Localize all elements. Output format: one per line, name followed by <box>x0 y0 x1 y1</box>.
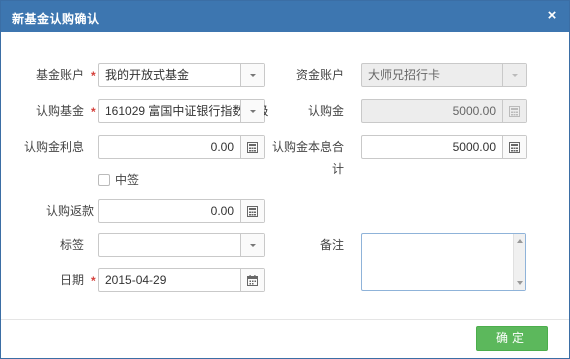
capital-account-value: 大师兄招行卡 <box>368 68 441 82</box>
dialog-footer: 确定 <box>1 319 569 358</box>
calculator-icon[interactable] <box>240 136 264 158</box>
chevron-down-icon[interactable] <box>240 64 264 86</box>
chevron-down-icon[interactable] <box>240 234 264 256</box>
calculator-icon[interactable] <box>502 136 526 158</box>
capital-account-select: 大师兄招行卡 <box>361 63 527 87</box>
remark-textarea[interactable] <box>361 233 526 291</box>
required-mark: * <box>91 69 96 83</box>
winning-checkbox[interactable] <box>98 174 110 186</box>
fund-account-select[interactable]: 我的开放式基金 <box>98 63 265 87</box>
subscribe-total-value: 5000.00 <box>452 140 496 154</box>
calendar-icon[interactable] <box>240 269 264 291</box>
remark-scrollbar[interactable] <box>513 234 525 290</box>
close-icon[interactable]: × <box>543 7 561 25</box>
subscribe-amount-value: 5000.00 <box>452 104 496 118</box>
chevron-down-icon <box>502 64 526 86</box>
required-mark: * <box>91 105 96 119</box>
refund-value: 0.00 <box>210 204 234 218</box>
subscribe-amount-field: 5000.00 <box>361 99 527 123</box>
date-label: 日期 <box>59 273 84 287</box>
subscribe-amount-label: 认购金 <box>307 104 344 118</box>
chevron-down-icon[interactable] <box>240 100 264 122</box>
refund-input[interactable]: 0.00 <box>98 199 265 223</box>
scroll-down-icon[interactable] <box>517 281 523 285</box>
calculator-icon <box>502 100 526 122</box>
subscribe-interest-label: 认购金利息 <box>23 140 84 154</box>
capital-account-label: 资金账户 <box>295 68 344 82</box>
fund-account-value: 我的开放式基金 <box>105 68 190 82</box>
date-input[interactable]: 2015-04-29 <box>98 268 265 292</box>
subscribe-total-input[interactable]: 5000.00 <box>361 135 527 159</box>
tag-select[interactable] <box>98 233 265 257</box>
tag-label: 标签 <box>59 238 84 252</box>
refund-label: 认购返款 <box>45 204 94 218</box>
remark-label: 备注 <box>319 238 344 252</box>
calculator-icon[interactable] <box>240 200 264 222</box>
confirm-button[interactable]: 确定 <box>476 326 548 351</box>
fund-subscription-dialog: 新基金认购确认 × 基金账户 * 我的开放式基金 资金账户 大师兄招行卡 认购基… <box>0 0 570 359</box>
date-value: 2015-04-29 <box>105 273 167 287</box>
subscribe-interest-value: 0.00 <box>210 140 234 154</box>
fund-account-label: 基金账户 <box>35 68 84 82</box>
dialog-title: 新基金认购确认 <box>12 12 100 26</box>
subscribe-fund-select[interactable]: 161029 富国中证银行指数分级 <box>98 99 268 123</box>
dialog-titlebar: 新基金认购确认 × <box>1 1 569 32</box>
subscribe-fund-label: 认购基金 <box>35 104 84 118</box>
subscribe-interest-input[interactable]: 0.00 <box>98 135 265 159</box>
scroll-up-icon[interactable] <box>517 239 523 243</box>
winning-checkbox-label: 中签 <box>115 173 140 187</box>
required-mark: * <box>91 274 96 288</box>
subscribe-total-label: 认购金本息合计 <box>271 140 344 176</box>
